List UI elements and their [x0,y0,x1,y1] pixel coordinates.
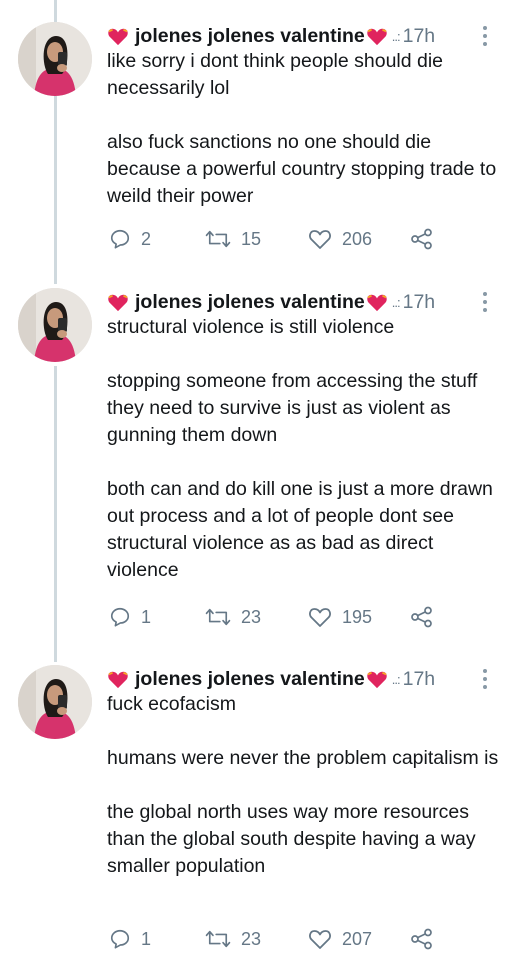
like-button[interactable]: 207 [308,928,372,950]
reply-button[interactable]: 1 [109,928,151,950]
thread-line [54,96,57,284]
like-count: 207 [342,928,373,949]
reply-count: 1 [141,928,152,949]
more-icon[interactable] [483,669,487,689]
tweet-paragraph: structural violence is still violence [107,316,395,338]
thread-line [54,0,57,22]
reply-icon [110,607,130,627]
share-icon [411,606,432,628]
retweet-icon [205,230,231,248]
tweet-paragraph: fuck ecofacism [107,693,236,715]
handle-truncation: ..: [391,28,401,44]
tweet-paragraph: stopping someone from accessing the stuf… [107,370,478,446]
retweet-count: 23 [241,606,262,627]
handle-truncation: ..: [391,671,401,687]
tweet-header: jolenes jolenes valentine ..: 17h [107,288,501,316]
timestamp[interactable]: 17h [403,668,436,691]
tweet-header: jolenes jolenes valentine ..: 17h [107,665,501,693]
avatar[interactable] [18,22,92,96]
reply-count: 1 [141,606,152,627]
retweet-icon [205,608,231,626]
heart-emoji-icon [108,294,128,312]
tweet-header: jolenes jolenes valentine ..: 17h [107,22,501,50]
display-name[interactable]: jolenes jolenes valentine [135,668,365,691]
timestamp[interactable]: 17h [403,291,436,314]
like-button[interactable]: 206 [308,228,372,250]
tweet-paragraph: humans were never the problem capitalism… [107,747,499,769]
share-button[interactable] [410,928,434,950]
retweet-button[interactable]: 15 [205,228,261,250]
tweet-text: like sorry i dont think people should di… [107,48,499,210]
reply-button[interactable]: 2 [109,228,151,250]
like-icon [309,230,331,249]
more-icon[interactable] [483,26,487,46]
reply-count: 2 [141,228,152,249]
tweet-text: structural violence is still violence st… [107,314,499,584]
tweet-paragraph: both can and do kill one is just a more … [107,478,493,581]
share-icon [411,228,432,250]
retweet-count: 23 [241,928,262,949]
retweet-button[interactable]: 23 [205,606,261,628]
display-name[interactable]: jolenes jolenes valentine [135,25,365,48]
heart-emoji-icon [367,671,387,689]
heart-emoji-icon [367,28,387,46]
reply-icon [110,929,130,949]
more-icon[interactable] [483,292,487,312]
reply-icon [110,229,130,249]
like-icon [309,930,331,949]
like-count: 206 [342,228,373,249]
tweet-paragraph: also fuck sanctions no one should die be… [107,131,497,207]
timestamp[interactable]: 17h [403,25,436,48]
share-button[interactable] [410,228,434,250]
heart-emoji-icon [108,671,128,689]
tweet-actions: 2 15 206 [107,228,437,254]
thread-line [54,366,57,662]
tweet-paragraph: like sorry i dont think people should di… [107,50,444,99]
retweet-count: 15 [241,228,262,249]
reply-button[interactable]: 1 [109,606,151,628]
heart-emoji-icon [367,294,387,312]
tweet-text: fuck ecofacism humans were never the pro… [107,691,499,880]
tweet-actions: 1 23 207 [107,928,437,954]
heart-emoji-icon [108,28,128,46]
avatar[interactable] [18,665,92,739]
handle-truncation: ..: [391,294,401,310]
share-icon [411,928,432,950]
like-count: 195 [342,606,373,627]
tweet-actions: 1 23 195 [107,606,437,632]
retweet-button[interactable]: 23 [205,928,261,950]
share-button[interactable] [410,606,434,628]
like-icon [309,608,331,627]
like-button[interactable]: 195 [308,606,372,628]
display-name[interactable]: jolenes jolenes valentine [135,291,365,314]
tweet-paragraph: the global north uses way more resources… [107,801,476,877]
avatar[interactable] [18,288,92,362]
retweet-icon [205,930,231,948]
